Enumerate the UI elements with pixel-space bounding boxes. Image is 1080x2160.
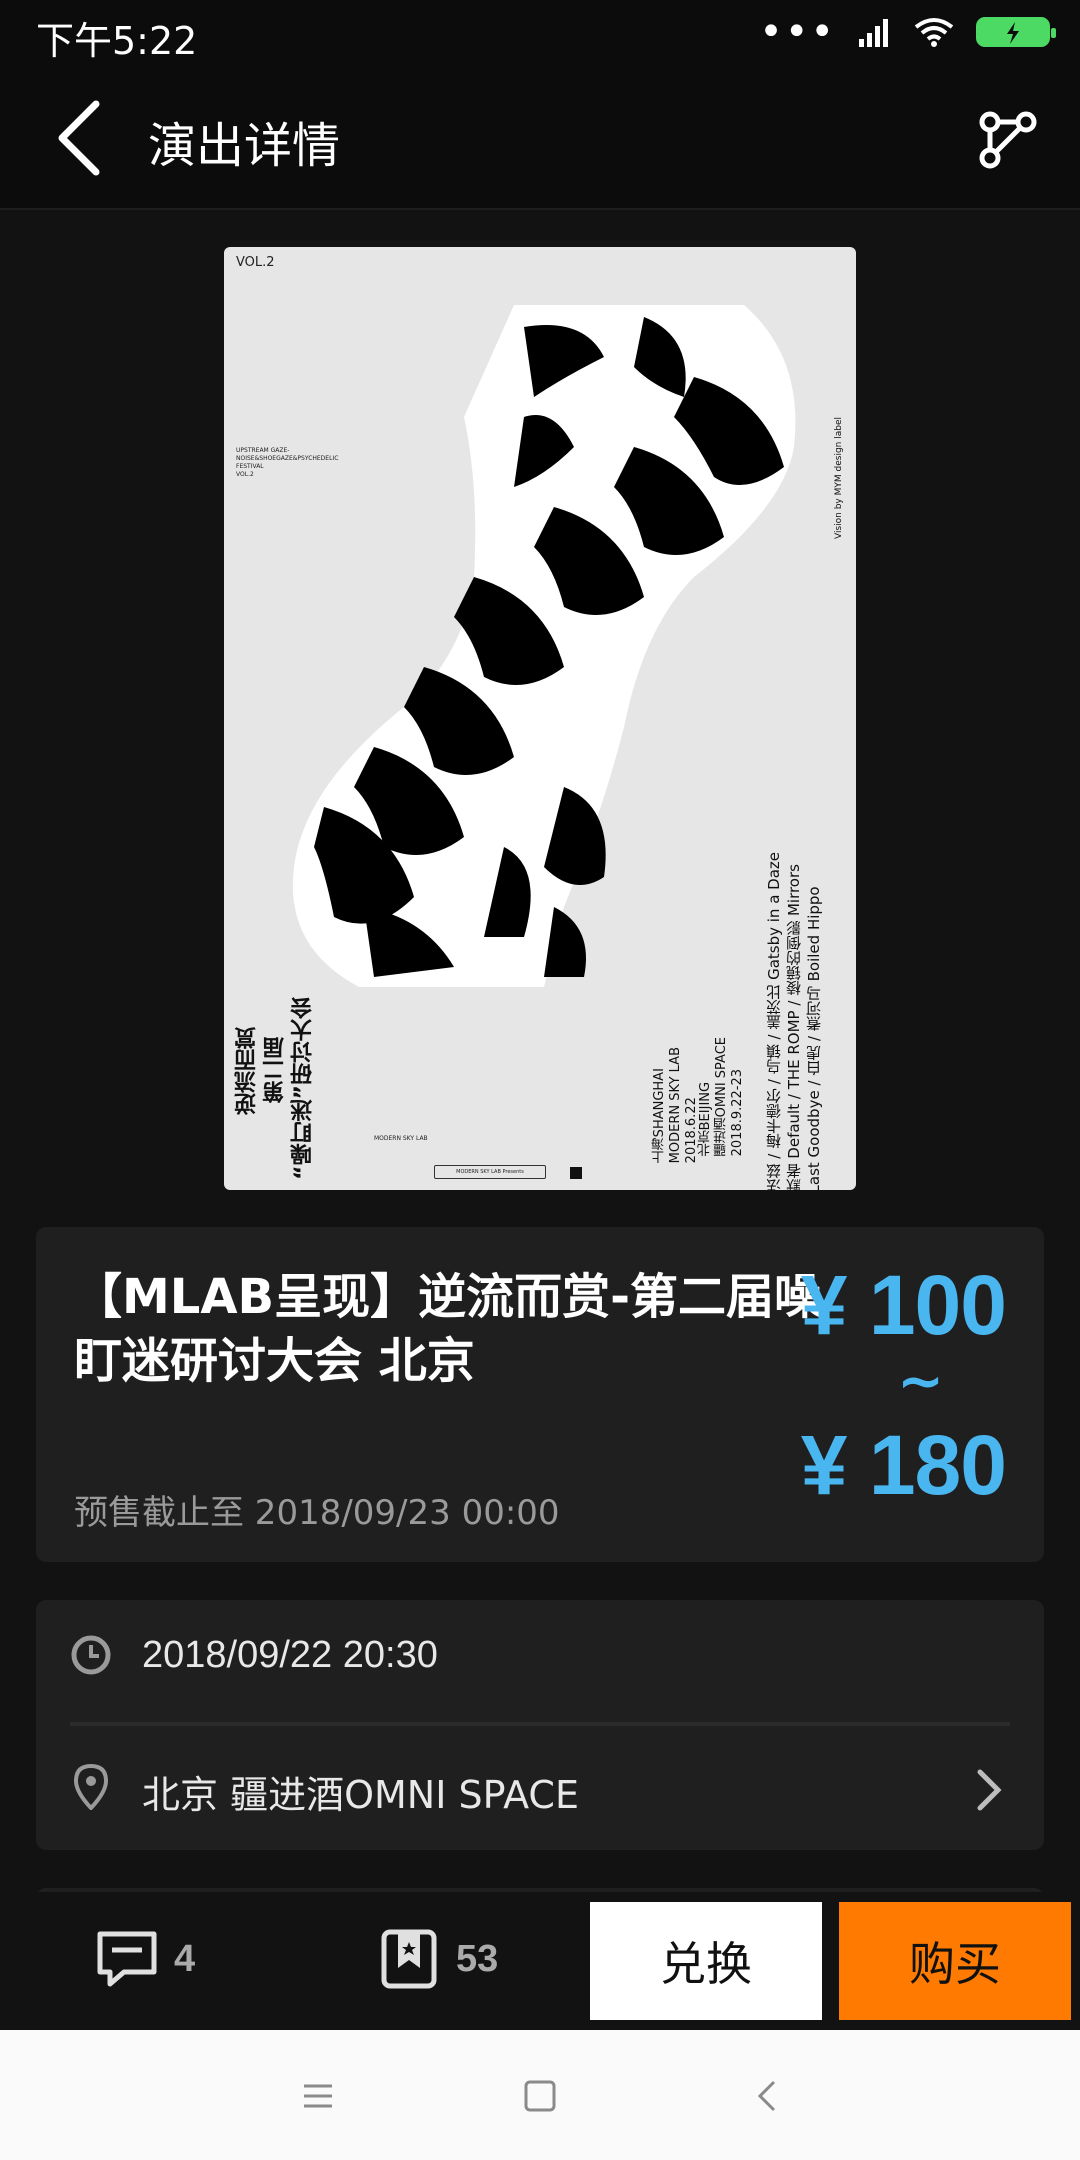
price-max: ¥ 180 xyxy=(800,1418,1007,1512)
comment-count: 4 xyxy=(174,1937,196,1980)
favorite-button[interactable]: 53 xyxy=(376,1928,498,1990)
comment-button[interactable]: 4 xyxy=(94,1928,195,1990)
poster-lineup: 法兹 / 梅卡德尔 / 乌镇 / 盖茨比 Gatsby in a Daze 默者… xyxy=(765,852,823,1190)
status-time: 下午5:22 xyxy=(36,19,198,63)
location-pin-icon xyxy=(74,1764,108,1810)
poster-logo: MODERN SKY LAB xyxy=(374,1135,428,1142)
system-back-icon[interactable] xyxy=(748,2076,788,2116)
home-icon[interactable] xyxy=(520,2076,560,2116)
back-arrow-icon[interactable] xyxy=(46,98,116,178)
price-range-tilde: ~ xyxy=(897,1349,944,1414)
event-datetime: 2018/09/22 20:30 xyxy=(142,1634,438,1676)
status-icons: ••• xyxy=(759,9,1056,55)
poster-beijing: 北京BEIJING 疆进酒OMNI SPACE 2018.9.22-23 xyxy=(698,1037,745,1157)
poster-square-mark xyxy=(570,1167,582,1179)
page-title: 演出详情 xyxy=(148,118,341,174)
event-title-card: 【MLAB呈现】逆流而赏-第二届噪盯迷研讨大会 北京 预售截止至 2018/09… xyxy=(36,1227,1044,1562)
menu-icon[interactable] xyxy=(298,2076,338,2116)
status-bar: 下午5:22 ••• xyxy=(0,0,1080,70)
event-title: 【MLAB呈现】逆流而赏-第二届噪盯迷研讨大会 北京 xyxy=(74,1269,823,1389)
top-bar: 演出详情 xyxy=(0,70,1080,210)
venue-link[interactable]: 北京 疆进酒OMNI SPACE xyxy=(142,1764,579,1819)
signal-icon xyxy=(859,19,888,47)
system-navigation-bar xyxy=(0,2030,1080,2160)
favorite-count: 53 xyxy=(456,1937,499,1980)
battery-icon xyxy=(976,17,1056,47)
share-icon[interactable] xyxy=(976,108,1040,172)
bottom-action-bar: 4 53 兑换 购买 xyxy=(0,1892,1080,2030)
price-min: ¥ 100 xyxy=(800,1258,1007,1352)
bookmark-star-icon xyxy=(381,1929,437,1989)
poster-footer-box: MODERN SKY LAB Presents xyxy=(434,1165,546,1179)
event-poster[interactable]: VOL.2 UPSTREAM GAZE- NOISE&SHOEGAZE&PSYC… xyxy=(224,247,856,1190)
presale-deadline: 预售截止至 2018/09/23 00:00 xyxy=(74,1493,560,1533)
comment-icon xyxy=(97,1931,157,1987)
poster-cn-3: “噪盯迷”研讨大会 xyxy=(291,997,316,1180)
buy-button[interactable]: 购买 xyxy=(839,1902,1071,2020)
event-info-card: 2018/09/22 20:30 北京 疆进酒OMNI SPACE xyxy=(36,1600,1044,1850)
clock-icon xyxy=(71,1635,111,1675)
poster-shanghai: 上海SHANGHAI MODERN SKY LAB 2018.6.22 xyxy=(652,1047,699,1164)
chevron-right-icon[interactable] xyxy=(974,1766,1004,1814)
wifi-icon xyxy=(914,18,954,47)
exchange-button[interactable]: 兑换 xyxy=(590,1902,822,2020)
more-dots-icon: ••• xyxy=(759,9,836,55)
divider xyxy=(70,1722,1010,1726)
